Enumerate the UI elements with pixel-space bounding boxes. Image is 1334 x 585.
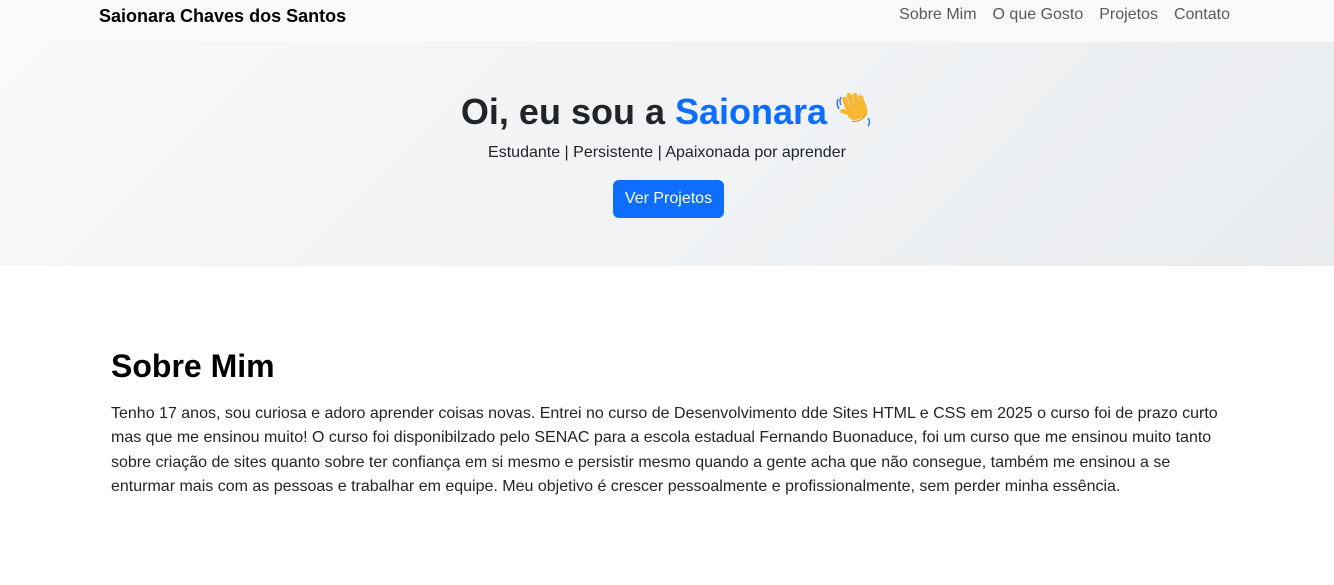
about-title: Sobre Mim xyxy=(111,348,275,384)
nav-links: Sobre Mim O que Gosto Projetos Contato xyxy=(899,4,1230,26)
hero-section: Oi, eu sou a Saionara Estudante | Persis… xyxy=(0,42,1334,266)
nav-link-projetos[interactable]: Projetos xyxy=(1099,4,1158,26)
navbar: Saionara Chaves dos Santos Sobre Mim O q… xyxy=(0,0,1334,42)
ver-projetos-button[interactable]: Ver Projetos xyxy=(613,180,724,218)
brand-link[interactable]: Saionara Chaves dos Santos xyxy=(99,4,346,28)
about-section: Sobre Mim Tenho 17 anos, sou curiosa e a… xyxy=(111,346,1231,499)
hero-title: Oi, eu sou a Saionara xyxy=(0,90,1334,138)
hero-title-prefix: Oi, eu sou a xyxy=(460,91,665,132)
nav-link-contato[interactable]: Contato xyxy=(1174,4,1230,26)
hero-subtitle: Estudante | Persistente | Apaixonada por… xyxy=(488,144,846,161)
waving-hand-icon xyxy=(835,90,873,138)
nav-link-o-que-gosto[interactable]: O que Gosto xyxy=(993,4,1084,26)
nav-link-sobre-mim[interactable]: Sobre Mim xyxy=(899,4,976,26)
hero-title-name: Saionara xyxy=(674,91,828,132)
about-text: Tenho 17 anos, sou curiosa e adoro apren… xyxy=(111,405,1218,495)
